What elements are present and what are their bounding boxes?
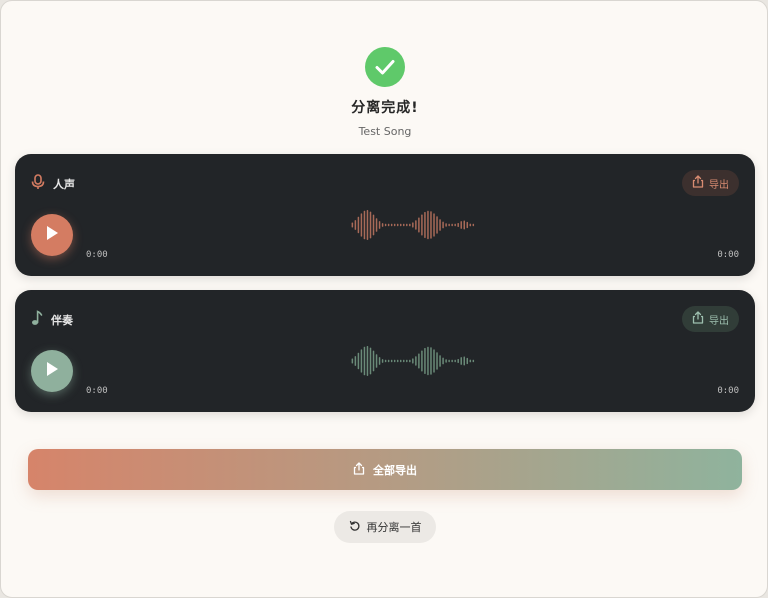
export-vocal-button[interactable]: 导出 bbox=[682, 170, 739, 196]
track-header: 人声 bbox=[31, 174, 75, 194]
export-label: 导出 bbox=[709, 315, 729, 327]
play-vocal-button[interactable] bbox=[31, 214, 73, 256]
track-header: 伴奏 bbox=[31, 310, 73, 330]
play-icon bbox=[44, 360, 60, 382]
microphone-icon bbox=[31, 174, 45, 194]
current-time: 0:00 bbox=[86, 250, 108, 260]
share-icon bbox=[353, 461, 365, 478]
share-icon bbox=[692, 311, 704, 327]
waveform-accompaniment[interactable] bbox=[351, 346, 475, 376]
export-all-button[interactable]: 全部导出 bbox=[28, 449, 742, 490]
duration: 0:00 bbox=[717, 386, 739, 396]
track-card-accompaniment: 伴奏 导出 0:00 0:00 bbox=[15, 290, 755, 412]
refresh-icon bbox=[349, 520, 361, 535]
duration: 0:00 bbox=[717, 250, 739, 260]
separate-again-label: 再分离一首 bbox=[366, 521, 422, 534]
track-card-vocal: 人声 导出 0:00 0:00 bbox=[15, 154, 755, 276]
current-time: 0:00 bbox=[86, 386, 108, 396]
track-name: 伴奏 bbox=[51, 314, 73, 327]
result-header: 分离完成! Test Song bbox=[1, 47, 767, 138]
export-all-label: 全部导出 bbox=[373, 463, 417, 477]
success-check-icon bbox=[365, 47, 405, 87]
page-title: 分离完成! bbox=[351, 100, 419, 116]
track-name: 人声 bbox=[53, 178, 75, 191]
music-note-icon bbox=[31, 310, 43, 330]
waveform-vocal[interactable] bbox=[351, 210, 475, 240]
play-icon bbox=[44, 224, 60, 246]
separate-again-button[interactable]: 再分离一首 bbox=[334, 511, 436, 543]
export-accompaniment-button[interactable]: 导出 bbox=[682, 306, 739, 332]
play-accompaniment-button[interactable] bbox=[31, 350, 73, 392]
share-icon bbox=[692, 175, 704, 191]
app-window: 分离完成! Test Song 人声 导出 0:00 0:00 伴奏 导出 0:… bbox=[0, 0, 768, 598]
export-label: 导出 bbox=[709, 179, 729, 191]
song-name: Test Song bbox=[358, 125, 412, 138]
